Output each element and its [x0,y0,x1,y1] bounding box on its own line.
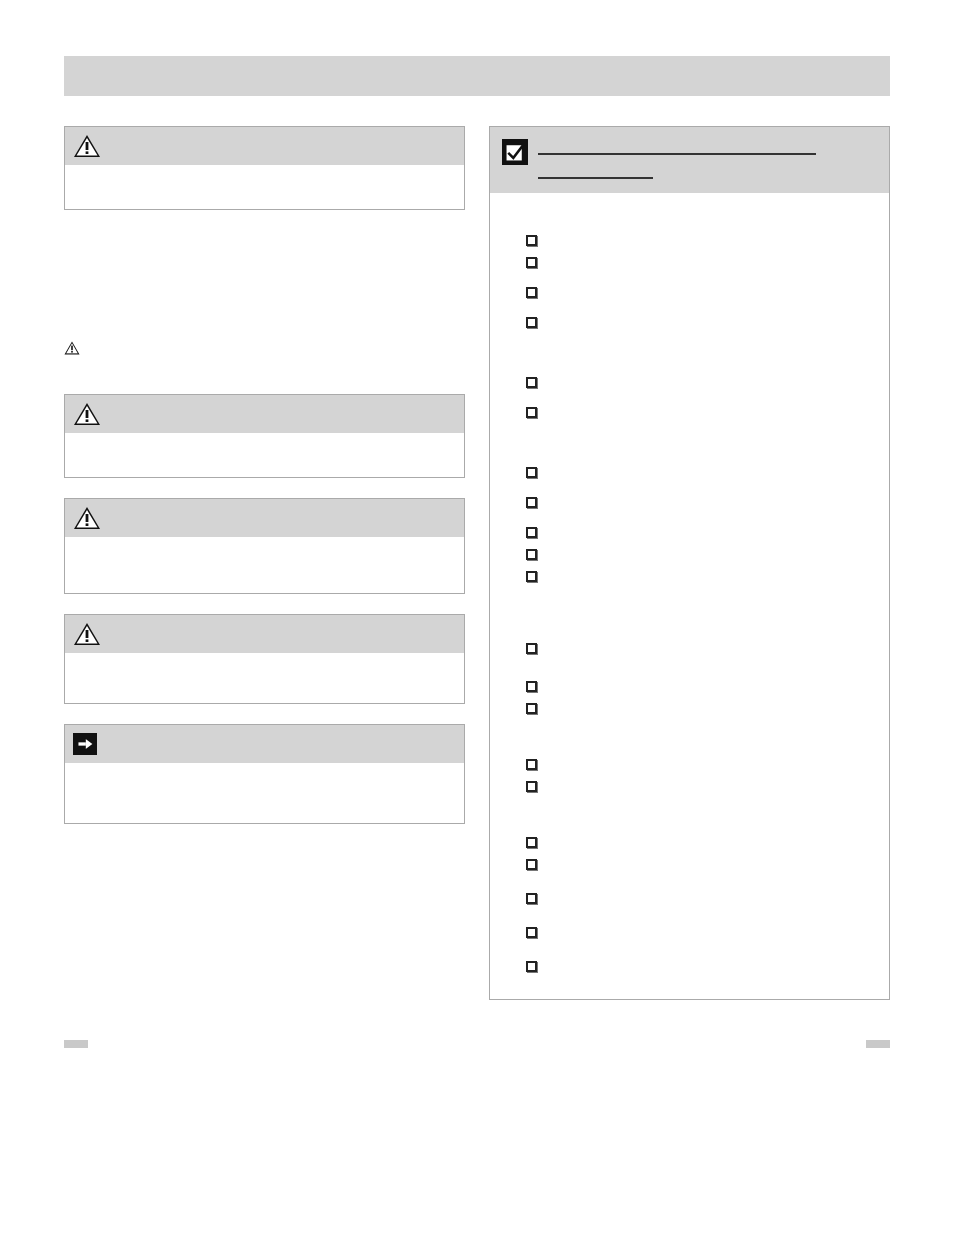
checklist-item [526,925,877,943]
checkbox-icon [526,377,537,388]
warning-triangle-icon [73,134,101,158]
page-footer [64,1040,890,1048]
alert-header [65,499,464,537]
checkbox-icon [526,681,537,692]
checklist-group-3 [502,621,877,719]
inline-warning-paragraph [64,338,465,376]
footer-bar-left [64,1040,88,1048]
checkbox-icon [526,235,537,246]
checklist-body [490,193,889,999]
checkbox-icon [526,571,537,582]
checklist-group-1 [502,355,877,423]
checkbox-icon [526,781,537,792]
checklist-title-underline [538,137,816,155]
checklist-group-4 [502,737,877,797]
checklist-item [526,285,877,303]
checklist-group-heading [506,621,877,635]
checklist-item [526,495,877,513]
checkbox-icon [526,643,537,654]
checklist-item [526,569,877,587]
footer-bar-right [866,1040,890,1048]
checklist-item [526,779,877,797]
notice-box [64,724,465,824]
checkbox-icon [526,893,537,904]
checklist-item [526,255,877,273]
alert-box-4 [64,614,465,704]
checklist-group-5 [502,815,877,977]
right-column [489,126,890,1000]
checklist-item [526,959,877,977]
checklist-item [526,835,877,853]
alert-body [65,433,464,477]
checkmark-box-icon [502,139,528,165]
checkbox-icon [526,859,537,870]
checkbox-icon [526,257,537,268]
checkbox-icon [526,497,537,508]
checklist-group-heading [506,815,877,829]
checklist-group-0 [502,213,877,333]
checklist-item [526,405,877,423]
checklist-item [526,679,877,697]
alert-header [65,395,464,433]
checklist-item [526,891,877,909]
checkbox-icon [526,287,537,298]
page-title-bar [64,56,890,96]
checklist-item [526,525,877,543]
checklist-item [526,547,877,565]
checklist-group-2 [502,445,877,587]
left-column [64,126,465,844]
checklist-section [489,126,890,1000]
paragraph-block-1 [64,230,465,320]
checkbox-icon [526,549,537,560]
checkbox-icon [526,703,537,714]
checklist-item [526,701,877,719]
checklist-group-heading [506,445,877,459]
alert-header [65,127,464,165]
checklist-item [526,233,877,251]
notice-body [65,763,464,823]
arrow-right-icon [73,733,97,755]
checkbox-icon [526,317,537,328]
checkbox-icon [526,837,537,848]
alert-body [65,165,464,209]
alert-box-1 [64,126,465,210]
checklist-item [526,757,877,775]
warning-triangle-icon [73,622,101,646]
checkbox-icon [526,961,537,972]
checklist-group-heading [506,355,877,369]
alert-body [65,537,464,593]
checkbox-icon [526,527,537,538]
checkbox-icon [526,407,537,418]
alert-body [65,653,464,703]
checklist-item [526,857,877,875]
inline-warning-triangle-icon [64,341,80,355]
warning-triangle-icon [73,506,101,530]
notice-header [65,725,464,763]
checklist-title-area [538,137,877,179]
checkbox-icon [526,927,537,938]
checklist-group-heading [506,737,877,751]
checklist-item [526,315,877,333]
warning-triangle-icon [73,402,101,426]
alert-header [65,615,464,653]
alert-box-3 [64,498,465,594]
checklist-item [526,465,877,483]
checklist-group-heading [506,213,877,227]
checkbox-icon [526,467,537,478]
checklist-item [526,641,877,659]
checklist-item [526,375,877,393]
checklist-header [490,127,889,193]
checkbox-icon [526,759,537,770]
two-column-layout [64,126,890,1000]
alert-box-2 [64,394,465,478]
checklist-subtitle-underline [538,165,653,179]
